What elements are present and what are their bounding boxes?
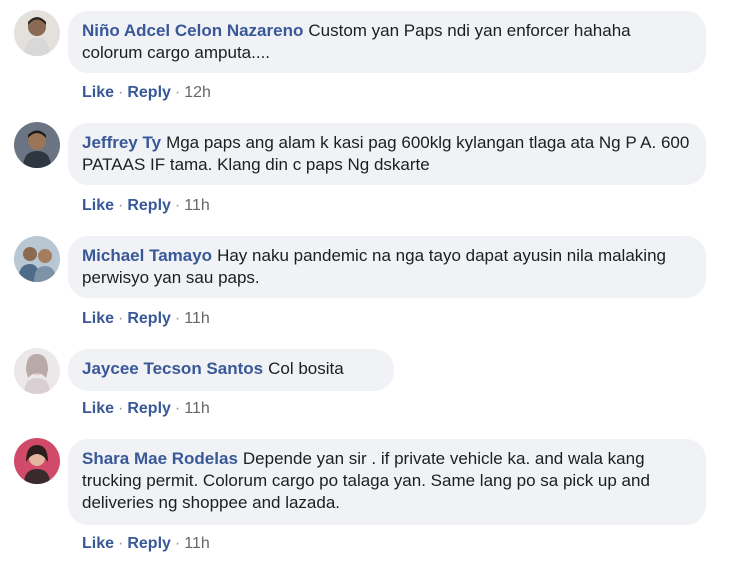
like-button[interactable]: Like <box>82 310 114 327</box>
comment-bubble: Jaycee Tecson Santos Col bosita <box>68 349 394 391</box>
reply-button[interactable]: Reply <box>127 400 171 417</box>
comment-text: Col bosita <box>268 359 344 378</box>
avatar[interactable] <box>14 348 60 394</box>
reply-button[interactable]: Reply <box>127 197 171 214</box>
reply-button[interactable]: Reply <box>127 84 171 101</box>
like-button[interactable]: Like <box>82 197 114 214</box>
comment-author-link[interactable]: Niño Adcel Celon Nazareno <box>82 21 303 40</box>
comment-actions: Like · Reply · 11h <box>82 197 210 214</box>
avatar[interactable] <box>14 438 60 484</box>
avatar[interactable] <box>14 122 60 168</box>
timestamp-link[interactable]: 11h <box>184 310 210 327</box>
comment-bubble: Shara Mae Rodelas Depende yan sir . if pr… <box>68 439 706 525</box>
comment-author-link[interactable]: Jeffrey Ty <box>82 133 161 152</box>
like-button[interactable]: Like <box>82 535 114 552</box>
like-button[interactable]: Like <box>82 400 114 417</box>
comment-author-link[interactable]: Shara Mae Rodelas <box>82 449 238 468</box>
comment-bubble: Niño Adcel Celon Nazareno Custom yan Paps… <box>68 11 706 73</box>
comment-actions: Like · Reply · 11h <box>82 310 210 327</box>
like-button[interactable]: Like <box>82 84 114 101</box>
comment-actions: Like · Reply · 12h <box>82 84 211 101</box>
comment-text: Mga paps ang alam k kasi pag 600klg kyla… <box>82 133 690 174</box>
reply-button[interactable]: Reply <box>127 310 171 327</box>
reply-button[interactable]: Reply <box>127 535 171 552</box>
comment-bubble: Jeffrey Ty Mga paps ang alam k kasi pag 6… <box>68 123 706 185</box>
comment-bubble: Michael Tamayo Hay naku pandemic na nga t… <box>68 236 706 298</box>
timestamp-link[interactable]: 11h <box>184 400 210 417</box>
comment-actions: Like · Reply · 11h <box>82 400 210 417</box>
comment-author-link[interactable]: Michael Tamayo <box>82 246 212 265</box>
timestamp-link[interactable]: 12h <box>184 84 211 101</box>
comment-author-link[interactable]: Jaycee Tecson Santos <box>82 359 263 378</box>
avatar[interactable] <box>14 236 60 282</box>
timestamp-link[interactable]: 11h <box>184 535 210 552</box>
avatar[interactable] <box>14 10 60 56</box>
comment-actions: Like · Reply · 11h <box>82 535 210 552</box>
timestamp-link[interactable]: 11h <box>184 197 210 214</box>
